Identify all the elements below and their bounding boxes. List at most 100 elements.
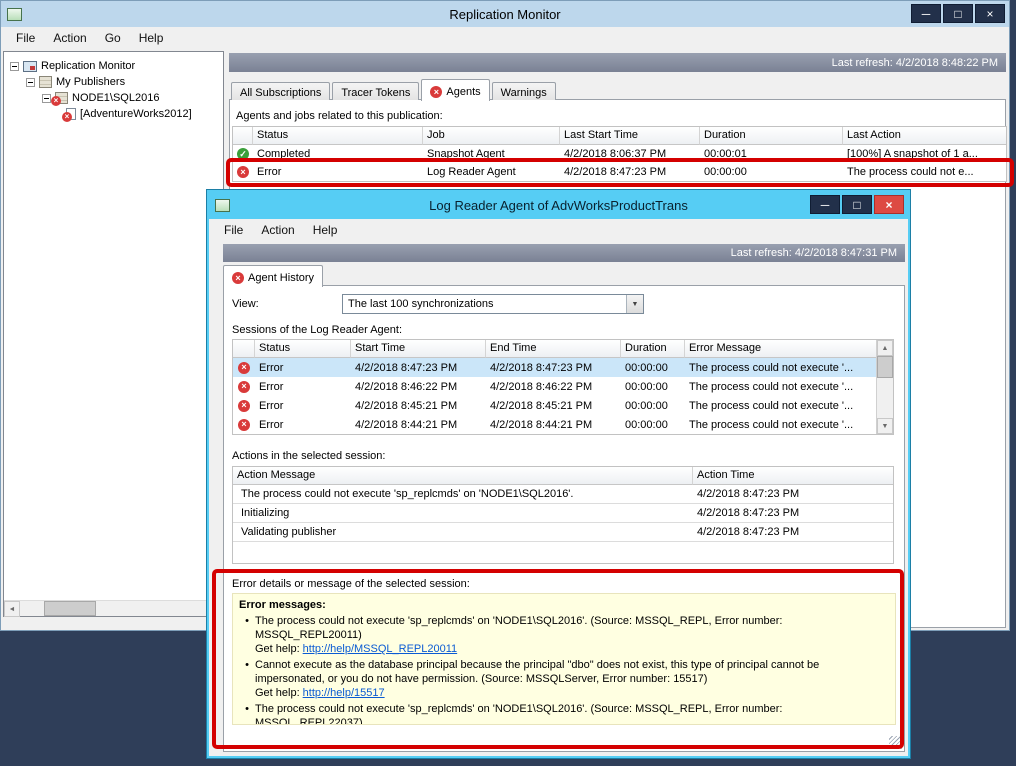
column-header-job[interactable]: Job <box>423 127 560 145</box>
error-icon: × <box>238 362 250 374</box>
tree-item-my-publishers[interactable]: My Publishers <box>6 74 221 90</box>
minimize-icon[interactable]: ─ <box>911 4 941 23</box>
cell-error-message: The process could not execute '... <box>685 362 876 374</box>
column-header-status[interactable]: Status <box>253 127 423 145</box>
menu-help[interactable]: Help <box>130 28 173 48</box>
scroll-up-icon[interactable]: ▲ <box>877 340 893 356</box>
column-header-icon[interactable] <box>233 127 253 145</box>
sessions-scrollbar[interactable]: ▲ ▼ <box>876 340 893 434</box>
monitor-tree: Replication Monitor My Publishers × NODE… <box>4 52 223 122</box>
cell-action-message: Initializing <box>233 507 693 519</box>
column-header-last-start-time[interactable]: Last Start Time <box>560 127 700 145</box>
status-cell-icon: × <box>233 381 255 393</box>
scroll-left-icon[interactable]: ◄ <box>4 601 20 617</box>
column-header-duration[interactable]: Duration <box>621 340 685 358</box>
menu-help[interactable]: Help <box>304 220 347 240</box>
agent-tabstrip: × Agent History <box>223 267 325 286</box>
column-header-status[interactable]: Status <box>255 340 351 358</box>
column-header-last-action[interactable]: Last Action <box>843 127 1006 145</box>
sessions-table: Status Start Time End Time Duration Erro… <box>232 339 894 435</box>
caption-buttons: ─ □ × <box>911 4 1005 23</box>
agent-window-title: Log Reader Agent of AdvWorksProductTrans <box>209 198 908 213</box>
tab-label: Agents <box>446 86 480 98</box>
scrollbar-thumb[interactable] <box>877 356 893 378</box>
cell-action-time: 4/2/2018 8:47:23 PM <box>693 526 893 538</box>
tree-item-node1-sql2016[interactable]: × NODE1\SQL2016 <box>6 90 221 106</box>
status-cell-icon: × <box>233 419 255 431</box>
tab-agent-history[interactable]: × Agent History <box>223 265 323 287</box>
session-row[interactable]: × Error 4/2/2018 8:45:21 PM 4/2/2018 8:4… <box>233 396 876 415</box>
session-row[interactable]: × Error 4/2/2018 8:44:21 PM 4/2/2018 8:4… <box>233 415 876 434</box>
close-icon[interactable]: × <box>975 4 1005 23</box>
tree-item-label: My Publishers <box>56 76 125 88</box>
menu-file[interactable]: File <box>215 220 252 240</box>
cell-status: Error <box>255 362 351 374</box>
menu-action[interactable]: Action <box>252 220 303 240</box>
view-select[interactable]: The last 100 synchronizations ▼ <box>342 294 644 314</box>
publication-tabstrip: All Subscriptions Tracer Tokens × Agents… <box>229 78 1006 100</box>
menu-go[interactable]: Go <box>96 28 130 48</box>
tab-tracer-tokens[interactable]: Tracer Tokens <box>332 82 419 100</box>
tab-label: All Subscriptions <box>240 87 321 99</box>
tab-agents[interactable]: × Agents <box>421 79 489 101</box>
tree-horizontal-scrollbar[interactable]: ◄ ► <box>4 600 223 616</box>
cell-action-time: 4/2/2018 8:47:23 PM <box>693 488 893 500</box>
cell-status: Error <box>255 419 351 431</box>
cell-duration: 00:00:00 <box>621 381 685 393</box>
replication-monitor-icon <box>23 61 37 72</box>
action-row[interactable]: The process could not execute 'sp_replcm… <box>233 485 893 504</box>
cell-status: Error <box>255 381 351 393</box>
scrollbar-thumb[interactable] <box>44 601 96 616</box>
minimize-icon[interactable]: ─ <box>810 195 840 214</box>
agents-section-label: Agents and jobs related to this publicat… <box>236 110 443 122</box>
column-header-end-time[interactable]: End Time <box>486 340 621 358</box>
session-row[interactable]: × Error 4/2/2018 8:46:22 PM 4/2/2018 8:4… <box>233 377 876 396</box>
dropdown-arrow-icon[interactable]: ▼ <box>626 295 643 313</box>
cell-end-time: 4/2/2018 8:44:21 PM <box>486 419 621 431</box>
close-icon[interactable]: × <box>874 195 904 214</box>
annotation-error-details-highlight <box>212 569 904 749</box>
maximize-icon[interactable]: □ <box>943 4 973 23</box>
status-cell-icon: × <box>233 362 255 374</box>
tree-expander-icon[interactable] <box>26 78 35 87</box>
agents-table-header: Status Job Last Start Time Duration Last… <box>233 127 1006 145</box>
main-titlebar[interactable]: Replication Monitor ─ □ × <box>1 1 1009 27</box>
column-header-duration[interactable]: Duration <box>700 127 843 145</box>
app-icon <box>215 199 230 212</box>
menu-file[interactable]: File <box>7 28 44 48</box>
column-header-action-message[interactable]: Action Message <box>233 467 693 485</box>
column-header-error-message[interactable]: Error Message <box>685 340 876 358</box>
tree-item-adventureworks2012[interactable]: × [AdventureWorks2012] <box>6 106 221 122</box>
tree-item-label: [AdventureWorks2012] <box>80 108 192 120</box>
cell-action-time: 4/2/2018 8:47:23 PM <box>693 507 893 519</box>
actions-section-label: Actions in the selected session: <box>232 450 385 462</box>
cell-error-message: The process could not execute '... <box>685 400 876 412</box>
tree-expander-icon[interactable] <box>42 94 51 103</box>
publishers-icon <box>39 76 52 88</box>
action-row[interactable]: Initializing 4/2/2018 8:47:23 PM <box>233 504 893 523</box>
column-header-start-time[interactable]: Start Time <box>351 340 486 358</box>
tree-expander-icon[interactable] <box>10 62 19 71</box>
error-icon: × <box>430 86 442 98</box>
column-header-action-time[interactable]: Action Time <box>693 467 893 485</box>
cell-duration: 00:00:00 <box>621 400 685 412</box>
menu-action[interactable]: Action <box>44 28 95 48</box>
error-overlay-icon: × <box>62 112 72 122</box>
cell-error-message: The process could not execute '... <box>685 419 876 431</box>
tab-all-subscriptions[interactable]: All Subscriptions <box>231 82 330 100</box>
maximize-icon[interactable]: □ <box>842 195 872 214</box>
actions-table: Action Message Action Time The process c… <box>232 466 894 564</box>
agent-titlebar[interactable]: Log Reader Agent of AdvWorksProductTrans… <box>209 192 908 219</box>
cell-end-time: 4/2/2018 8:46:22 PM <box>486 381 621 393</box>
cell-action-message: Validating publisher <box>233 526 693 538</box>
agent-menubar: File Action Help <box>209 219 908 241</box>
tab-warnings[interactable]: Warnings <box>492 82 556 100</box>
action-row[interactable]: Validating publisher 4/2/2018 8:47:23 PM <box>233 523 893 542</box>
sessions-table-header: Status Start Time End Time Duration Erro… <box>233 340 876 358</box>
main-window-title: Replication Monitor <box>1 7 1009 22</box>
scroll-down-icon[interactable]: ▼ <box>877 418 893 434</box>
sessions-section-label: Sessions of the Log Reader Agent: <box>232 324 402 336</box>
tree-item-replication-monitor[interactable]: Replication Monitor <box>6 58 221 74</box>
column-header-icon[interactable] <box>233 340 255 358</box>
session-row[interactable]: × Error 4/2/2018 8:47:23 PM 4/2/2018 8:4… <box>233 358 876 377</box>
